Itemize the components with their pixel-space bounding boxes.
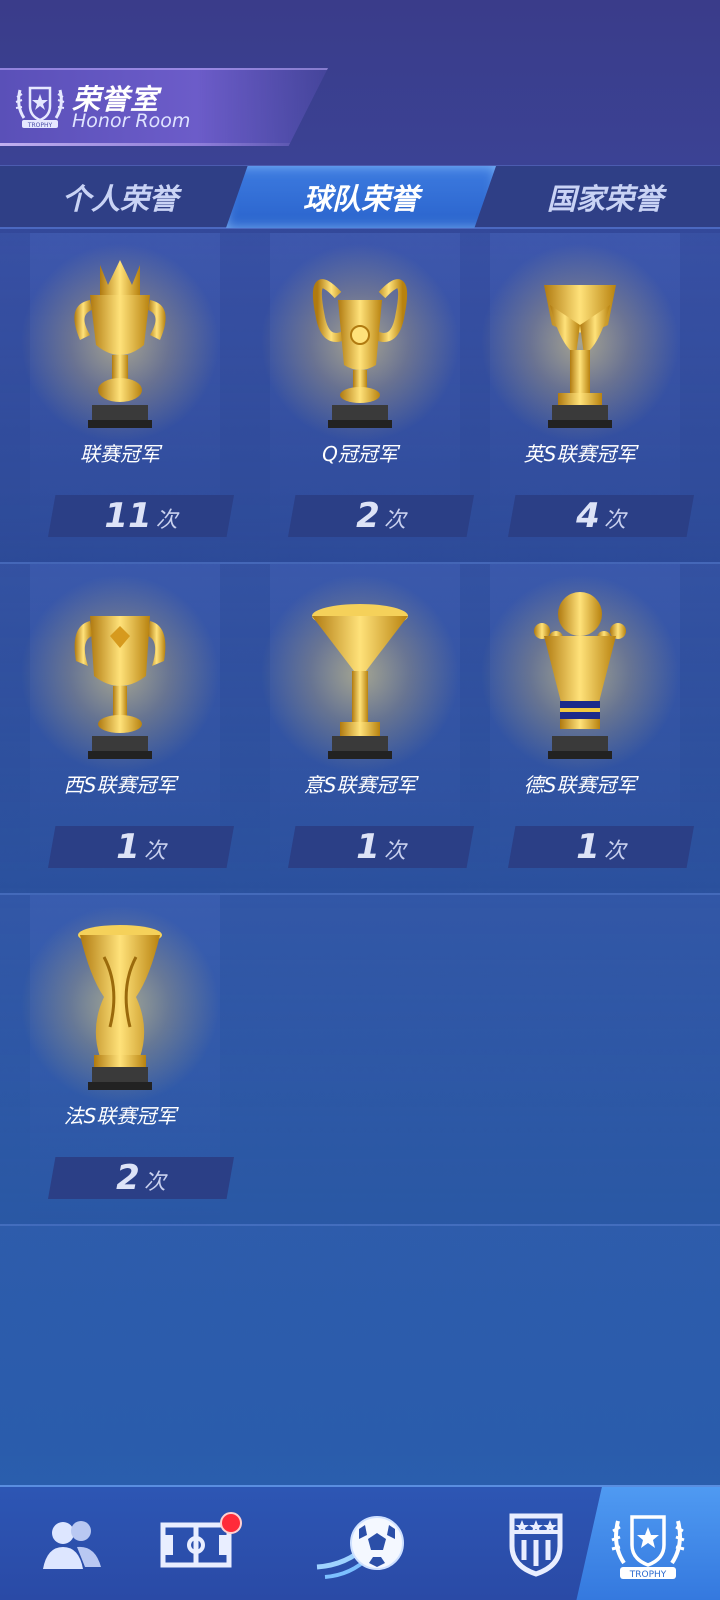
trophy-row: 西S联赛冠军 1 次 意S联赛冠军 1 次 德S联赛冠军 1 次 (0, 564, 720, 895)
award-count-unit: 次 (143, 1170, 166, 1195)
award-count-unit: 次 (155, 508, 178, 533)
trophy-grid: 联赛冠军 11 次 Q冠冠军 2 次 英S联赛冠军 4 次 西S联赛冠军 1 次… (0, 233, 720, 1483)
page-subtitle: Honor Room (72, 110, 191, 132)
nav-match[interactable] (290, 1487, 434, 1600)
award-name: 英S联赛冠军 (523, 442, 637, 466)
ball-trophy-icon (534, 592, 626, 759)
award-name: 德S联赛冠军 (523, 773, 637, 797)
award-count-box: 11 次 (48, 495, 234, 537)
award-name: 联赛冠军 (80, 442, 160, 466)
award-count-box: 1 次 (508, 826, 694, 868)
award-count: 1 (576, 827, 600, 867)
award-card[interactable]: 意S联赛冠军 1 次 (240, 564, 474, 895)
award-name: 西S联赛冠军 (63, 773, 177, 797)
nav-tactics[interactable] (124, 1487, 268, 1600)
empty-slots (0, 1226, 720, 1456)
award-name: 法S联赛冠军 (63, 1104, 177, 1128)
winged-trophy-icon (544, 285, 616, 428)
tab-national-honor[interactable]: 国家荣誉 (490, 166, 720, 228)
vase-trophy-icon (78, 925, 162, 1090)
award-count-box: 2 次 (288, 495, 474, 537)
award-count: 1 (116, 827, 140, 867)
club-crest-icon (509, 1513, 563, 1577)
trophy-emblem-icon: TROPHY (611, 1514, 685, 1580)
notification-badge (220, 1512, 242, 1534)
award-count-unit: 次 (143, 839, 166, 864)
cone-trophy-icon (312, 604, 408, 759)
champions-cup-icon (312, 279, 408, 428)
award-count-box: 4 次 (508, 495, 694, 537)
award-count: 4 (576, 496, 600, 536)
award-count: 2 (116, 1158, 140, 1198)
award-count-box: 2 次 (48, 1157, 234, 1199)
award-name: 意S联赛冠军 (303, 773, 417, 797)
award-card[interactable]: 法S联赛冠军 2 次 (0, 895, 234, 1226)
svg-text:TROPHY: TROPHY (27, 122, 53, 129)
award-card[interactable]: Q冠冠军 2 次 (240, 233, 474, 564)
trophy-row: 联赛冠军 11 次 Q冠冠军 2 次 英S联赛冠军 4 次 (0, 233, 720, 564)
award-card[interactable]: 西S联赛冠军 1 次 (0, 564, 234, 895)
premier-trophy-icon (74, 260, 166, 428)
award-count-box: 1 次 (48, 826, 234, 868)
bottom-nav: TROPHY (0, 1485, 720, 1600)
honor-room-emblem-icon: TROPHY (15, 86, 65, 129)
tab-personal-honor[interactable]: 个人荣誉 (0, 166, 240, 228)
team-members-icon (43, 1520, 101, 1569)
goblet-trophy-icon (74, 616, 166, 759)
honor-tabs: 个人荣誉 球队荣誉 国家荣誉 (0, 165, 720, 229)
award-count: 2 (356, 496, 380, 536)
soccer-ball-icon (316, 1515, 404, 1579)
nav-team-members[interactable] (0, 1487, 144, 1600)
award-count-unit: 次 (383, 839, 406, 864)
svg-text:TROPHY: TROPHY (629, 1570, 667, 1580)
award-card[interactable]: 德S联赛冠军 1 次 (460, 564, 694, 895)
trophy-row: 法S联赛冠军 2 次 (0, 895, 720, 1226)
tab-team-honor[interactable]: 球队荣誉 (226, 166, 496, 228)
award-count: 1 (356, 827, 380, 867)
award-count-unit: 次 (383, 508, 406, 533)
award-card[interactable]: 联赛冠军 11 次 (0, 233, 234, 564)
award-count: 11 (104, 496, 152, 536)
award-count-box: 1 次 (288, 826, 474, 868)
award-card[interactable]: 英S联赛冠军 4 次 (460, 233, 694, 564)
award-count-unit: 次 (603, 508, 626, 533)
header: TROPHY 荣誉室 Honor Room (0, 0, 720, 165)
award-count-unit: 次 (603, 839, 626, 864)
award-name: Q冠冠军 (322, 442, 398, 466)
